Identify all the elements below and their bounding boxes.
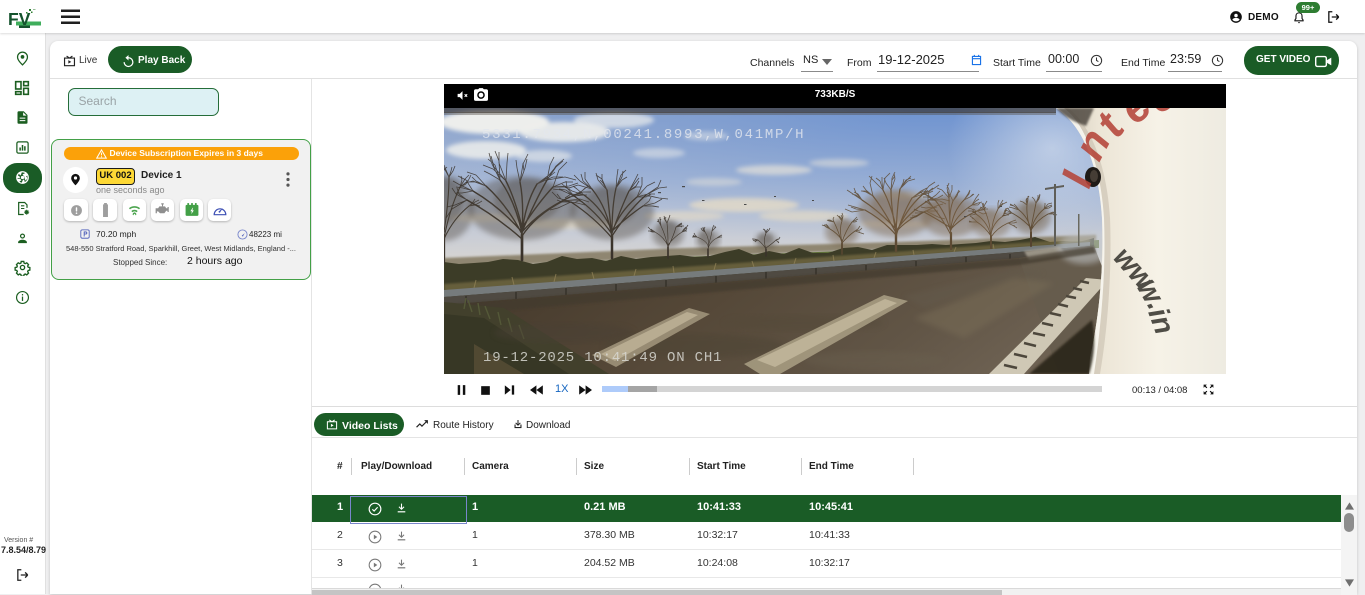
svg-text:19-12-2025 10:41:49 ON CH1: 19-12-2025 10:41:49 ON CH1: [483, 350, 722, 366]
svg-text:5331.7934,N,00241.8993,W,041MP: 5331.7934,N,00241.8993,W,041MP/H: [482, 127, 805, 143]
